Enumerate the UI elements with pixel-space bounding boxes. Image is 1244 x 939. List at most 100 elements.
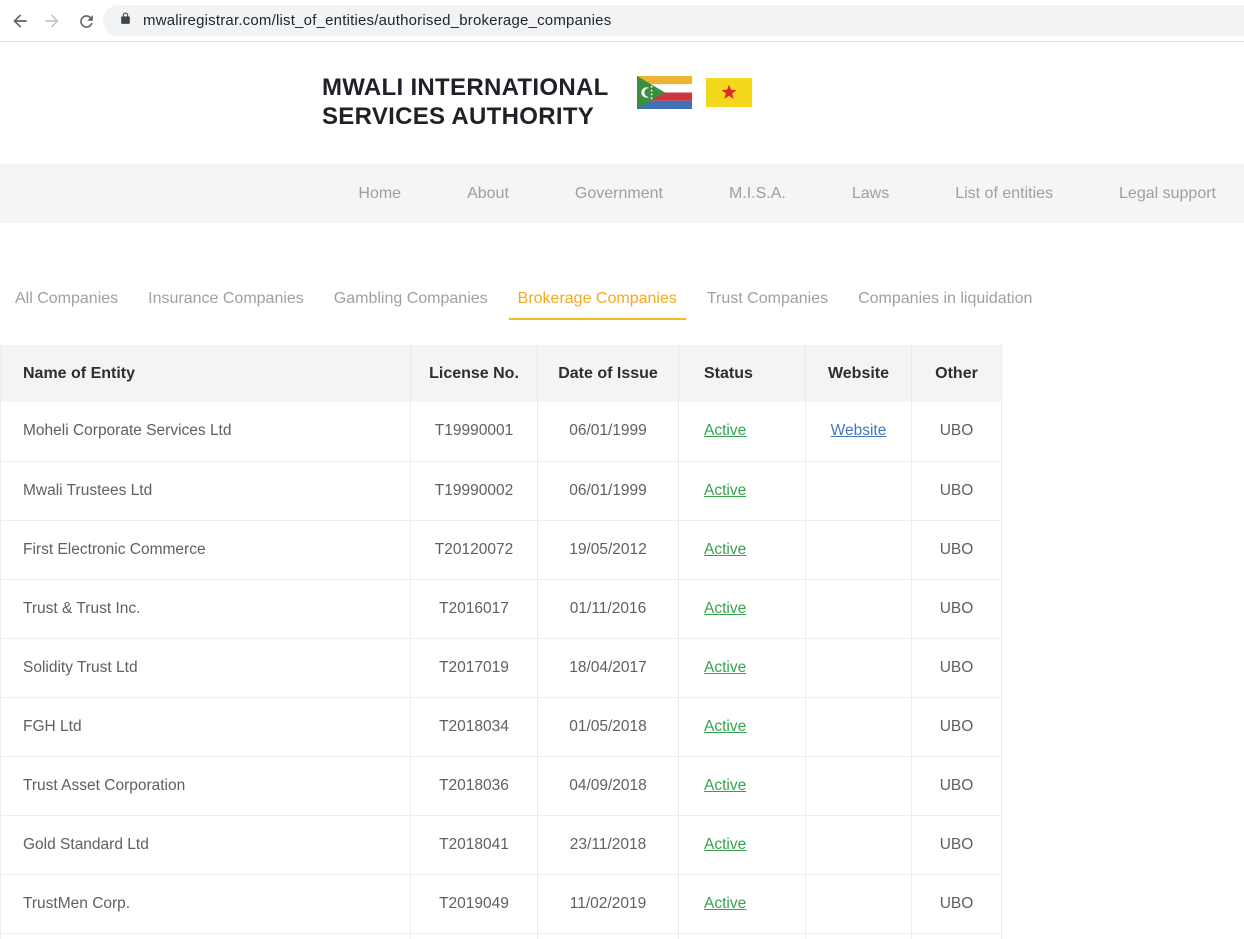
entity-name: Moheli Corporate Services Ltd <box>23 422 232 439</box>
status-active-link[interactable]: Active <box>704 836 746 853</box>
other-ubo: UBO <box>940 600 974 617</box>
issue-date: 18/04/2017 <box>569 659 647 676</box>
nav-item-list-of-entities[interactable]: List of entities <box>955 185 1053 203</box>
tab-gambling-companies[interactable]: Gambling Companies <box>319 290 503 308</box>
nav-item-legal-support[interactable]: Legal support <box>1119 185 1216 203</box>
entity-tabs: All CompaniesInsurance CompaniesGambling… <box>0 271 1244 326</box>
table-row: FGH LtdT201803401/05/2018ActiveUBO <box>1 697 1002 756</box>
reload-icon <box>77 12 96 31</box>
table-row: Trust Asset Corporation T2018036 04/09/201… <box>1 756 1002 815</box>
entity-name: Trust & Trust Inc. <box>23 600 140 617</box>
issue-date: 23/11/2018 <box>570 836 646 853</box>
nav-item-m-i-s-a[interactable]: M.I.S.A. <box>729 185 786 203</box>
status-active-link[interactable]: Active <box>704 895 746 912</box>
page-title: MWALI INTERNATIONAL SERVICES AUTHORITY <box>322 73 609 131</box>
tab-insurance-companies[interactable]: Insurance Companies <box>133 290 319 308</box>
license-number: T20120072 <box>435 541 513 558</box>
entity-name: Trust Asset Corporation <box>23 777 185 794</box>
main-nav: Home About Government M.I.S.A. Laws List of e… <box>0 164 1244 223</box>
table-row: Mwali Trustees Ltd T19990002 06/01/1999 Act… <box>1 461 1002 520</box>
tab-companies-in-liquidation[interactable]: Companies in liquidation <box>843 290 1047 308</box>
website-cell <box>806 638 912 697</box>
entities-table: Name of EntityLicense No.Date of IssueSt… <box>0 345 1002 939</box>
issue-date: 01/05/2018 <box>569 718 647 735</box>
license-number: T2017019 <box>439 659 509 676</box>
back-icon <box>10 11 30 31</box>
back-button[interactable] <box>9 10 31 32</box>
license-number: T2019049 <box>439 895 509 912</box>
column-header-license-no: License No. <box>411 345 538 402</box>
license-number: T2018041 <box>439 836 509 853</box>
other-ubo: UBO <box>940 541 974 558</box>
url-text: mwaliregistrar.com/list_of_entities/auth… <box>143 12 611 29</box>
website-cell <box>806 756 912 815</box>
entity-name: TrustMen Corp. <box>23 895 130 912</box>
reload-button[interactable] <box>75 10 97 32</box>
website-cell <box>806 874 912 933</box>
browser-window: mwaliregistrar.com/list_of_entities/auth… <box>0 0 1244 939</box>
tab-all-companies[interactable]: All Companies <box>0 290 133 308</box>
issue-date: 11/02/2019 <box>570 895 646 912</box>
entity-name: FGH Ltd <box>23 718 82 735</box>
mwali-flag <box>706 78 752 112</box>
status-active-link[interactable]: Active <box>704 422 746 439</box>
website-cell <box>806 815 912 874</box>
browser-toolbar: mwaliregistrar.com/list_of_entities/auth… <box>0 0 1244 42</box>
column-header-website: Website <box>806 345 912 402</box>
issue-date: 04/09/2018 <box>569 777 647 794</box>
table-header-row: Name of EntityLicense No.Date of IssueSt… <box>1 345 1002 402</box>
status-active-link[interactable]: Active <box>704 659 746 676</box>
nav-item-laws[interactable]: Laws <box>852 185 889 203</box>
nav-item-home[interactable]: Home <box>358 185 401 203</box>
other-ubo: UBO <box>940 422 974 439</box>
column-header-date-of-issue: Date of Issue <box>538 345 679 402</box>
status-cell <box>679 933 806 939</box>
tab-brokerage-companies[interactable]: Brokerage Companies <box>503 290 692 308</box>
table-row: Trust & Trust Inc. T2016017 01/11/2016 Acti… <box>1 579 1002 638</box>
table-row: Moheli Corporate Services Ltd T19990001 06… <box>1 402 1002 461</box>
column-header-other: Other <box>912 345 1002 402</box>
website-cell <box>806 697 912 756</box>
tab-trust-companies[interactable]: Trust Companies <box>692 290 843 308</box>
address-bar[interactable]: mwaliregistrar.com/list_of_entities/auth… <box>103 5 1244 36</box>
license-number: T2016017 <box>439 600 509 617</box>
other-ubo: UBO <box>940 482 974 499</box>
nav-item-government[interactable]: Government <box>575 185 663 203</box>
lock-icon <box>119 12 132 30</box>
issue-date: 19/05/2012 <box>569 541 647 558</box>
website-cell <box>806 461 912 520</box>
license-number: T2018036 <box>439 777 509 794</box>
forward-button[interactable] <box>41 10 63 32</box>
other-ubo: UBO <box>940 718 974 735</box>
status-active-link[interactable]: Active <box>704 600 746 617</box>
other-ubo: UBO <box>940 777 974 794</box>
nav-item-about[interactable]: About <box>467 185 509 203</box>
other-ubo: UBO <box>940 836 974 853</box>
website-cell <box>806 933 912 939</box>
page-title-line1: MWALI INTERNATIONAL <box>322 73 609 102</box>
entity-name: Mwali Trustees Ltd <box>23 482 152 499</box>
website-cell <box>806 579 912 638</box>
table-row: Gold Standard LtdT201804123/11/2018Activ… <box>1 815 1002 874</box>
table-row: Solidity Trust Ltd T2017019 18/04/2017 Acti… <box>1 638 1002 697</box>
website-cell <box>806 520 912 579</box>
issue-date: 06/01/1999 <box>569 482 647 499</box>
table-row: TrustMen Corp. T2019049 11/02/2019 Active UB… <box>1 874 1002 933</box>
column-header-status: Status <box>679 345 806 402</box>
other-ubo: UBO <box>940 659 974 676</box>
issue-date: 01/11/2016 <box>570 600 646 617</box>
other-ubo: UBO <box>940 895 974 912</box>
status-active-link[interactable]: Active <box>704 777 746 794</box>
status-active-link[interactable]: Active <box>704 541 746 558</box>
table-row: First Electronic CommerceT2012007219/05/… <box>1 520 1002 579</box>
page-title-line2: SERVICES AUTHORITY <box>322 102 609 131</box>
forward-icon <box>42 11 62 31</box>
license-number: T19990002 <box>435 482 513 499</box>
license-number: T19990001 <box>435 422 513 439</box>
column-header-name-of-entity: Name of Entity <box>1 345 411 402</box>
status-active-link[interactable]: Active <box>704 718 746 735</box>
issue-date: 06/01/1999 <box>569 422 647 439</box>
entity-name: Solidity Trust Ltd <box>23 659 138 676</box>
status-active-link[interactable]: Active <box>704 482 746 499</box>
website-link[interactable]: Website <box>831 422 887 439</box>
